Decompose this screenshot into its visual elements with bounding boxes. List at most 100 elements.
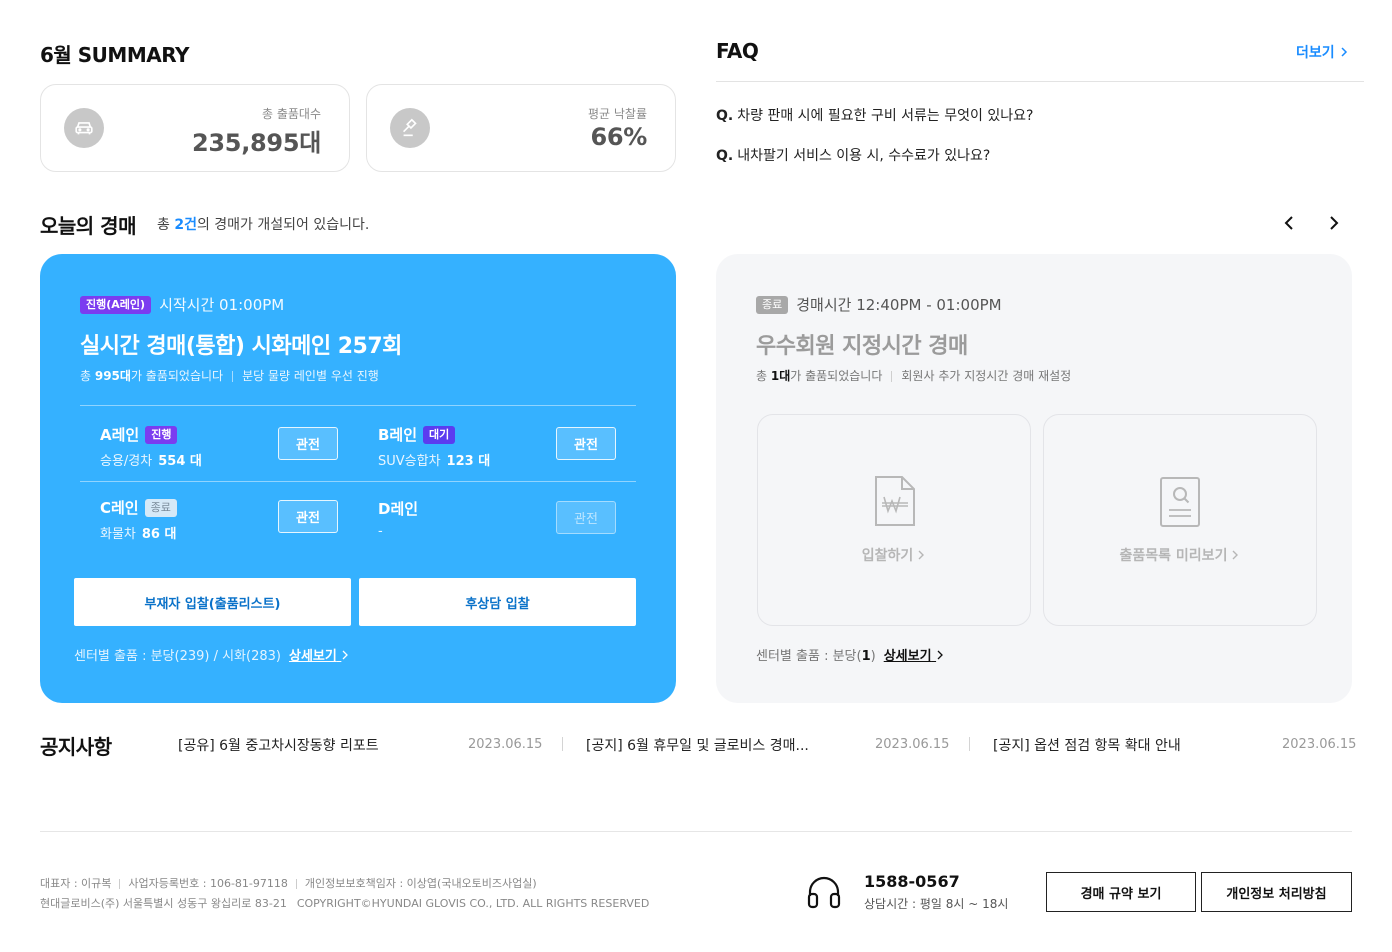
faq-more-link[interactable]: 더보기 [1296,42,1350,62]
bid-action-label: 입찰하기 [861,548,914,564]
notice-item-2[interactable]: [공지] 6월 휴무일 및 글로비스 경매... [586,735,809,755]
faq-question: 차량 판매 시에 필요한 구비 서류는 무엇이 있나요? [737,108,1034,124]
faq-item[interactable]: Q. 내차팔기 서비스 이용 시, 수수료가 있나요? [716,145,990,165]
footer-biz-no: 사업자등록번호 : 106-81-97118 [128,877,288,890]
ended-time: 경매시간 12:40PM - 01:00PM [796,296,1002,314]
live-meta-prefix: 총 [80,369,95,383]
footer-separator [119,879,121,889]
lane-c-info: 화물차 86 대 [100,523,176,542]
lane-divider [80,481,636,482]
live-center-text: 센터별 출품 : 분당(239) / 시화(283) [74,649,281,664]
chevron-right-icon [1341,47,1347,57]
lane-divider [80,405,636,406]
notice-date-3: 2023.06.15 [1282,737,1357,752]
footer-ceo: 대표자 : 이규복 [40,877,112,890]
lane-d-name: D레인 [378,500,419,518]
notice-title: 공지사항 [40,735,112,759]
live-status-badge: 진행(A레인) [80,295,152,314]
live-auction-title: 실시간 경매(통합) 시화메인 257회 [80,334,402,359]
lane-c: C레인 종료 [100,497,177,518]
absentee-bid-button[interactable]: 부재자 입찰(출품리스트) [74,578,351,626]
today-sub-suffix: 의 경매가 개설되어 있습니다. [196,217,370,233]
lane-a-status-badge: 진행 [145,425,178,444]
lane-a-watch-button[interactable]: 관전 [278,427,338,460]
lane-b-type: SUV승합차 [378,454,441,469]
ended-status-badge: 종료 [756,295,789,314]
lane-a-count: 554 대 [158,454,202,469]
lane-a: A레인 진행 [100,424,178,445]
lane-d-type: - [378,524,383,539]
lane-c-watch-button[interactable]: 관전 [278,500,338,533]
preview-action: 출품목록 미리보기 [1044,545,1316,565]
ended-header: 종료 경매시간 12:40PM - 01:00PM [756,294,1002,315]
faq-title: FAQ [716,39,759,63]
lane-c-status-badge: 종료 [144,498,177,517]
notice-date-1: 2023.06.15 [468,737,543,752]
document-search-icon [1160,477,1200,527]
ended-detail-link[interactable]: 상세보기 [884,649,944,664]
next-arrow-icon[interactable] [1322,211,1346,235]
bid-action-box[interactable]: 입찰하기 [757,414,1031,626]
notice-divider [969,737,970,751]
footer-company-info: 대표자 : 이규복 사업자등록번호 : 106-81-97118 개인정보보호책임자… [40,875,537,891]
privacy-policy-button[interactable]: 개인정보 처리방침 [1201,872,1352,912]
summary-total-label: 총 출품대수 [261,107,321,121]
gavel-icon [390,108,430,148]
live-detail-link[interactable]: 상세보기 [289,649,349,664]
summary-rate-label: 평균 낙찰률 [587,107,647,121]
chevron-right-icon [918,550,925,560]
faq-q-marker: Q. [716,108,734,124]
ended-meta-note: 회원사 추가 지정시간 경매 재설정 [901,369,1072,383]
live-header: 진행(A레인) 시작시간 01:00PM [80,294,284,315]
preview-action-box[interactable]: 출품목록 미리보기 [1043,414,1317,626]
lane-b-name: B레인 [378,426,418,444]
ended-auction-title: 우수회원 지정시간 경매 [756,334,968,359]
bid-action: 입찰하기 [758,545,1030,565]
live-detail-label: 상세보기 [288,649,337,664]
faq-q-marker: Q. [716,148,734,164]
summary-title: 6월 SUMMARY [40,43,190,67]
lane-a-info: 승용/경차 554 대 [100,450,202,469]
post-consult-bid-button[interactable]: 후상담 입찰 [359,578,636,626]
document-won-icon [875,476,915,526]
chevron-right-icon [937,650,943,660]
faq-divider [716,81,1364,82]
footer-address: 현대글로비스(주) 서울특별시 성동구 왕십리로 83-21 [40,897,287,910]
footer-separator [295,879,297,889]
lane-b-status-badge: 대기 [423,425,456,444]
today-subtitle: 총 2건의 경매가 개설되어 있습니다. [157,214,369,234]
footer-privacy-officer: 개인정보보호책임자 : 이상엽(국내오토비즈사업실) [304,877,537,890]
lane-d-watch-button[interactable]: 관전 [556,501,616,534]
today-sub-prefix: 총 [157,217,175,233]
ended-center-suffix: ) [870,649,876,664]
prev-arrow-icon[interactable] [1277,211,1301,235]
ended-meta-suffix: 가 출품되었습니다 [790,369,883,383]
ended-center-prefix: 센터별 출품 : 분당( [756,649,862,664]
notice-item-1[interactable]: [공유] 6월 중고차시장동향 리포트 [178,735,379,755]
ended-auction-card: 종료 경매시간 12:40PM - 01:00PM 우수회원 지정시간 경매 총… [716,254,1352,703]
today-title: 오늘의 경매 [40,214,136,238]
lane-b: B레인 대기 [378,424,456,445]
ended-center-count: 1 [861,649,871,664]
support-hours: 상담시간 : 평일 8시 ~ 18시 [864,897,1009,911]
live-center-line: 센터별 출품 : 분당(239) / 시화(283) 상세보기 [74,645,349,664]
lane-b-info: SUV승합차 123 대 [378,450,490,469]
live-meta-count: 995대 [94,369,131,383]
headset-icon [807,876,841,909]
faq-item[interactable]: Q. 차량 판매 시에 필요한 구비 서류는 무엇이 있나요? [716,105,1033,125]
live-meta: 총 995대가 출품되었습니다 분당 물량 레인별 우선 진행 [80,367,379,384]
notice-item-3[interactable]: [공지] 옵션 점검 항목 확대 안내 [993,735,1181,755]
preview-action-label: 출품목록 미리보기 [1119,548,1228,564]
lane-c-type: 화물차 [100,527,136,542]
auction-rules-button[interactable]: 경매 규약 보기 [1046,872,1196,912]
summary-card-total: 총 출품대수 235,895대 [40,84,350,172]
chevron-right-icon [342,650,349,660]
ended-meta-prefix: 총 [756,369,771,383]
lane-c-name: C레인 [100,499,139,517]
meta-separator [891,371,893,382]
footer-copyright: COPYRIGHT©HYUNDAI GLOVIS CO., LTD. ALL R… [296,897,650,910]
lane-b-watch-button[interactable]: 관전 [556,427,616,460]
support-phone: 1588-0567 [864,872,960,891]
notice-divider [562,737,563,751]
live-start-time: 시작시간 01:00PM [159,296,285,314]
